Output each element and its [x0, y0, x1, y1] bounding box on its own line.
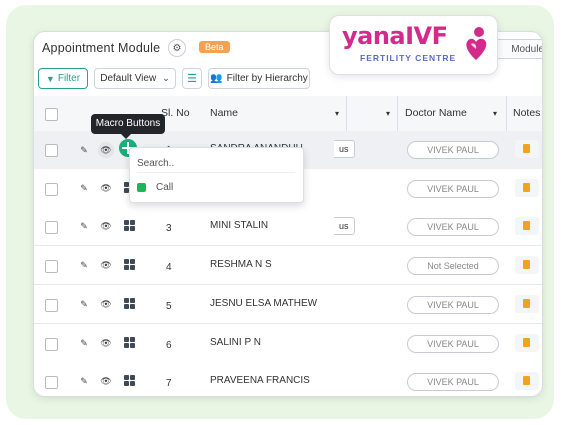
note-icon[interactable] [515, 140, 539, 158]
note-icon[interactable] [515, 217, 539, 235]
chevron-down-icon[interactable]: ▾ [386, 96, 390, 131]
view-eye-icon[interactable]: 👁 [98, 373, 114, 389]
settings-gear-icon[interactable]: ⚙ [168, 39, 186, 57]
row-name: JESNU ELSA MATHEW [210, 298, 318, 309]
edit-pencil-icon[interactable]: ✎ [76, 335, 92, 351]
table-row[interactable]: ✎ 👁 7 PRAVEENA FRANCIS VIVEK PAUL [34, 362, 542, 396]
chevron-down-icon[interactable]: ▾ [335, 96, 339, 131]
column-header-doctor[interactable]: Doctor Name [405, 96, 467, 131]
page-title: Appointment Module [42, 41, 161, 55]
row-doctor: VIVEK PAUL [407, 218, 499, 236]
row-checkbox[interactable] [45, 299, 58, 312]
default-view-label: Default View [100, 73, 157, 84]
row-slno: 5 [166, 301, 172, 312]
row-slno: 3 [166, 223, 172, 234]
row-doctor: VIVEK PAUL [407, 180, 499, 198]
macro-buttons-tooltip: Macro Buttons [91, 114, 165, 139]
column-header-name[interactable]: Name [210, 96, 238, 131]
view-eye-icon[interactable]: 👁 [98, 142, 114, 158]
edit-pencil-icon[interactable]: ✎ [76, 142, 92, 158]
macro-grid-icon[interactable] [124, 220, 135, 231]
view-eye-icon[interactable]: 👁 [98, 335, 114, 351]
note-icon[interactable] [515, 295, 539, 313]
row-slno: 4 [166, 262, 172, 273]
row-status: us [334, 140, 355, 158]
filter-by-hierarchy-button[interactable]: 👥 Filter by Hierarchy [208, 68, 310, 89]
filter-by-hierarchy-label: Filter by Hierarchy [226, 73, 308, 84]
note-icon[interactable] [515, 179, 539, 197]
row-checkbox[interactable] [45, 144, 58, 157]
phone-icon [137, 182, 146, 192]
beta-badge: Beta [199, 41, 230, 53]
yana-ivf-logo: yanaIVF FERTILITY CENTRE [329, 15, 498, 75]
edit-pencil-icon[interactable]: ✎ [76, 257, 92, 273]
view-eye-icon[interactable]: 👁 [98, 218, 114, 234]
macro-item-call[interactable]: Call [137, 179, 173, 195]
macro-grid-icon[interactable] [124, 259, 135, 270]
table-row[interactable]: ✎ 👁 5 JESNU ELSA MATHEW VIVEK PAUL [34, 285, 542, 324]
row-doctor: Not Selected [407, 257, 499, 275]
select-all-checkbox[interactable] [45, 108, 58, 121]
row-checkbox[interactable] [45, 183, 58, 196]
row-doctor: VIVEK PAUL [407, 373, 499, 391]
edit-pencil-icon[interactable]: ✎ [76, 296, 92, 312]
row-name: MINI STALIN [210, 220, 269, 231]
filter-label: Filter [57, 73, 81, 84]
note-icon[interactable] [515, 334, 539, 352]
row-slno: 7 [166, 378, 172, 389]
heart-icon [466, 27, 487, 60]
logo-wordmark: yanaIVF [342, 22, 448, 50]
macro-item-call-label: Call [156, 181, 174, 193]
column-divider [397, 96, 398, 131]
row-name: PRAVEENA FRANCIS [210, 375, 310, 386]
default-view-select[interactable]: Default View ⌄ [94, 68, 176, 89]
note-icon[interactable] [515, 256, 539, 274]
filter-button[interactable]: ▼ Filter [38, 68, 88, 89]
edit-pencil-icon[interactable]: ✎ [76, 180, 92, 196]
chevron-down-icon: ⌄ [162, 73, 170, 83]
row-checkbox[interactable] [45, 221, 58, 234]
row-checkbox[interactable] [45, 376, 58, 389]
row-checkbox[interactable] [45, 260, 58, 273]
view-eye-icon[interactable]: 👁 [98, 296, 114, 312]
row-doctor: VIVEK PAUL [407, 335, 499, 353]
row-doctor: VIVEK PAUL [407, 141, 499, 159]
row-status: us [334, 217, 355, 235]
users-icon: 👥 [210, 73, 223, 84]
macro-dropdown: Call [129, 147, 304, 203]
table-row[interactable]: ✎ 👁 6 SALINI P N VIVEK PAUL [34, 324, 542, 363]
column-header-slno[interactable]: Sl. No [161, 96, 190, 131]
row-name: SALINI P N [210, 337, 261, 348]
note-icon[interactable] [515, 372, 539, 390]
column-divider [346, 96, 347, 131]
row-slno: 6 [166, 340, 172, 351]
column-divider [506, 96, 507, 131]
appointment-module-card: Appointment Module ⚙ Beta Module ▼ Filte… [33, 31, 543, 397]
row-checkbox[interactable] [45, 338, 58, 351]
row-doctor: VIVEK PAUL [407, 296, 499, 314]
macro-grid-icon[interactable] [124, 298, 135, 309]
list-view-icon[interactable]: ☰ [182, 68, 202, 89]
chevron-down-icon[interactable]: ▾ [493, 96, 497, 131]
edit-pencil-icon[interactable]: ✎ [76, 218, 92, 234]
row-name: RESHMA N S [210, 259, 272, 270]
table-row[interactable]: ✎ 👁 3 MINI STALIN us VIVEK PAUL [34, 207, 542, 246]
edit-pencil-icon[interactable]: ✎ [76, 373, 92, 389]
table-row[interactable]: ✎ 👁 4 RESHMA N S Not Selected [34, 246, 542, 285]
macro-grid-icon[interactable] [124, 337, 135, 348]
macro-search-input[interactable] [137, 154, 295, 173]
view-eye-icon[interactable]: 👁 [98, 180, 114, 196]
column-header-notes[interactable]: Notes [513, 96, 540, 131]
macro-grid-icon[interactable] [124, 375, 135, 386]
view-eye-icon[interactable]: 👁 [98, 257, 114, 273]
logo-subtitle: FERTILITY CENTRE [360, 53, 457, 63]
filter-icon: ▼ [45, 73, 55, 84]
